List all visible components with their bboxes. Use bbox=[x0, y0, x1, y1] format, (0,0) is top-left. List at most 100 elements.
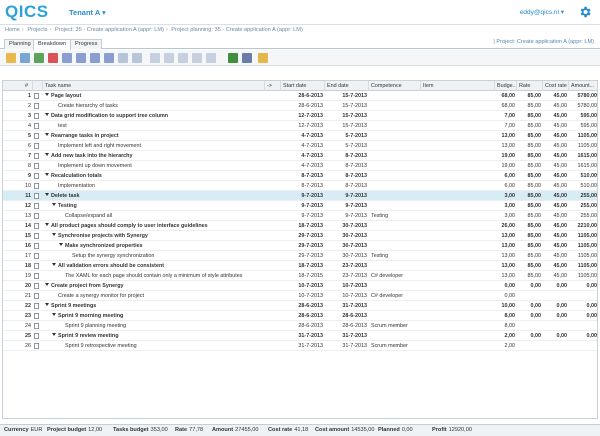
task-name-cell[interactable]: Collapse/expand all bbox=[43, 211, 265, 221]
tab-planning[interactable]: Planning bbox=[4, 39, 36, 49]
table-row[interactable]: 16 Make synchronized properties 29-7-2013 3… bbox=[3, 241, 597, 251]
document-icon[interactable] bbox=[34, 183, 39, 189]
delete-icon[interactable] bbox=[48, 53, 58, 63]
expand-toggle-icon[interactable] bbox=[45, 303, 49, 306]
task-name-cell[interactable]: Create project from Synergy bbox=[43, 281, 265, 291]
task-name-cell[interactable]: Implement left and right movement bbox=[43, 141, 265, 151]
table-row[interactable]: 11 Delete task 9-7-2013 9-7-2013 3,00 85,00 45… bbox=[3, 191, 597, 201]
document-icon[interactable] bbox=[34, 243, 39, 249]
task-name-cell[interactable]: Recalculation totals bbox=[43, 171, 265, 181]
col-competence[interactable]: Competence bbox=[369, 81, 421, 91]
expand-toggle-icon[interactable] bbox=[59, 243, 63, 246]
table-row[interactable]: 7 Add new task into the hierarchy 4-7-2013… bbox=[3, 151, 597, 161]
tenant-selector[interactable]: Tenant A ▾ bbox=[69, 8, 106, 17]
col-num[interactable]: # bbox=[3, 81, 33, 91]
task-name-cell[interactable]: Setup the synergy synchronization bbox=[43, 251, 265, 261]
expand-toggle-icon[interactable] bbox=[45, 283, 49, 286]
unlink-icon[interactable] bbox=[164, 53, 174, 63]
document-icon[interactable] bbox=[34, 343, 39, 349]
breadcrumb-home[interactable]: Home bbox=[5, 27, 20, 33]
document-icon[interactable] bbox=[34, 93, 39, 99]
tab-progress[interactable]: Progress bbox=[70, 39, 103, 49]
table-row[interactable]: 3 Data grid modification to support tree … bbox=[3, 111, 597, 121]
document-icon[interactable] bbox=[34, 273, 39, 279]
cut-icon[interactable] bbox=[206, 53, 216, 63]
col-end-date[interactable]: End date bbox=[325, 81, 369, 91]
task-name-cell[interactable]: Delete task bbox=[43, 191, 265, 201]
document-icon[interactable] bbox=[34, 163, 39, 169]
insert-icon[interactable] bbox=[34, 53, 44, 63]
expand-toggle-icon[interactable] bbox=[45, 153, 49, 156]
task-name-cell[interactable]: test bbox=[43, 121, 265, 131]
document-icon[interactable] bbox=[34, 153, 39, 159]
task-name-cell[interactable]: The XAML for each page should contain on… bbox=[43, 271, 265, 281]
document-icon[interactable] bbox=[34, 313, 39, 319]
document-icon[interactable] bbox=[34, 303, 39, 309]
document-icon[interactable] bbox=[34, 213, 39, 219]
copy-icon[interactable] bbox=[178, 53, 188, 63]
task-name-cell[interactable]: Synchronise projects with Synergy bbox=[43, 231, 265, 241]
task-name-cell[interactable]: Sprint 9 meetings bbox=[43, 301, 265, 311]
document-icon[interactable] bbox=[34, 103, 39, 109]
task-name-cell[interactable]: Sprint 9 review meeting bbox=[43, 331, 265, 341]
col-task-name[interactable]: Task name bbox=[43, 81, 265, 91]
task-name-cell[interactable]: Data grid modification to support tree c… bbox=[43, 111, 265, 121]
document-icon[interactable] bbox=[34, 223, 39, 229]
outdent-icon[interactable] bbox=[76, 53, 86, 63]
table-row[interactable]: 22 Sprint 9 meetings 28-6-2013 31-7-2013 10,… bbox=[3, 301, 597, 311]
move-up-icon[interactable] bbox=[90, 53, 100, 63]
document-icon[interactable] bbox=[34, 123, 39, 129]
document-icon[interactable] bbox=[34, 253, 39, 259]
task-name-cell[interactable]: Rearrange tasks in project bbox=[43, 131, 265, 141]
add-subtask-icon[interactable] bbox=[20, 53, 30, 63]
expand-toggle-icon[interactable] bbox=[45, 133, 49, 136]
table-row[interactable]: 4 test 12-7-2013 15-7-2013 7,00 85,00 45,00 595… bbox=[3, 121, 597, 131]
table-row[interactable]: 13 Collapse/expand all 9-7-2013 9-7-2013 Tes… bbox=[3, 211, 597, 221]
document-icon[interactable] bbox=[34, 113, 39, 119]
document-icon[interactable] bbox=[34, 173, 39, 179]
document-icon[interactable] bbox=[34, 203, 39, 209]
table-row[interactable]: 6 Implement left and right movement 4-7-20… bbox=[3, 141, 597, 151]
settings-icon[interactable] bbox=[258, 53, 268, 63]
expand-toggle-icon[interactable] bbox=[52, 313, 56, 316]
table-row[interactable]: 1 Page layout 28-6-2013 15-7-2013 68,00 85,00… bbox=[3, 91, 597, 101]
table-row[interactable]: 2 Create hierarchy of tasks 28-6-2013 15-7-… bbox=[3, 101, 597, 111]
document-icon[interactable] bbox=[34, 323, 39, 329]
expand-toggle-icon[interactable] bbox=[52, 333, 56, 336]
document-icon[interactable] bbox=[34, 233, 39, 239]
col-start-date[interactable]: Start date bbox=[281, 81, 325, 91]
task-name-cell[interactable]: Implementation bbox=[43, 181, 265, 191]
col-item[interactable]: Item bbox=[421, 81, 495, 91]
col-amount[interactable]: Amount... bbox=[569, 81, 597, 91]
qics-logo[interactable]: QICS bbox=[5, 3, 49, 21]
expand-toggle-icon[interactable] bbox=[45, 223, 49, 226]
task-name-cell[interactable]: Create a synergy monitor for project bbox=[43, 291, 265, 301]
table-row[interactable]: 18 All validation errors should be consis… bbox=[3, 261, 597, 271]
task-name-cell[interactable]: Add new task into the hierarchy bbox=[43, 151, 265, 161]
document-icon[interactable] bbox=[34, 293, 39, 299]
task-name-cell[interactable]: Sprint 9 morning meeting bbox=[43, 311, 265, 321]
excel-export-icon[interactable] bbox=[228, 53, 238, 63]
task-name-cell[interactable]: Make synchronized properties bbox=[43, 241, 265, 251]
table-row[interactable]: 19 The XAML for each page should contain … bbox=[3, 271, 597, 281]
table-row[interactable]: 5 Rearrange tasks in project 4-7-2013 5-7-2… bbox=[3, 131, 597, 141]
user-menu[interactable]: eddy@qics.nl ▾ bbox=[520, 8, 564, 16]
table-row[interactable]: 26 Sprint 9 retrospective meeting 31-7-201… bbox=[3, 341, 597, 351]
paste-icon[interactable] bbox=[192, 53, 202, 63]
collapse-all-icon[interactable] bbox=[132, 53, 142, 63]
col-arrow[interactable]: -> bbox=[265, 81, 281, 91]
col-budget[interactable]: Budge... bbox=[495, 81, 517, 91]
table-row[interactable]: 23 Sprint 9 morning meeting 28-6-2013 28-6-… bbox=[3, 311, 597, 321]
expand-toggle-icon[interactable] bbox=[52, 203, 56, 206]
task-name-cell[interactable]: Implement up down movement bbox=[43, 161, 265, 171]
expand-toggle-icon[interactable] bbox=[52, 263, 56, 266]
task-name-cell[interactable]: Page layout bbox=[43, 91, 265, 101]
table-row[interactable]: 14 All product pages should comply to use… bbox=[3, 221, 597, 231]
task-name-cell[interactable]: Sprint 9 planning meeting bbox=[43, 321, 265, 331]
document-icon[interactable] bbox=[34, 263, 39, 269]
table-row[interactable]: 8 Implement up down movement 4-7-2013 8-7-2… bbox=[3, 161, 597, 171]
task-name-cell[interactable]: All validation errors should be consiste… bbox=[43, 261, 265, 271]
move-down-icon[interactable] bbox=[104, 53, 114, 63]
expand-toggle-icon[interactable] bbox=[45, 193, 49, 196]
task-name-cell[interactable]: Testing bbox=[43, 201, 265, 211]
